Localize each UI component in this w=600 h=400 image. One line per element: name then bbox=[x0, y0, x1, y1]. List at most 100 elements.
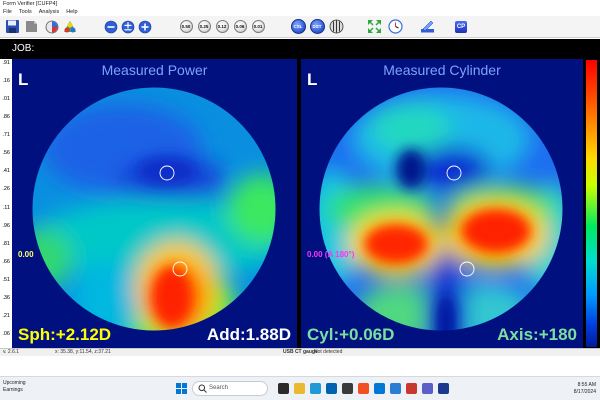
scale-label: .71 bbox=[2, 132, 10, 138]
edit-button[interactable] bbox=[418, 17, 436, 36]
power-map[interactable] bbox=[12, 59, 297, 348]
scale-label: .06 bbox=[2, 331, 10, 337]
title-bar: Form Verifier [CUFP4] bbox=[0, 0, 600, 8]
expand-arrows-icon bbox=[367, 20, 381, 33]
cylinder-map[interactable] bbox=[301, 59, 583, 348]
plus-minus-icon bbox=[121, 20, 135, 33]
job-label: JOB: bbox=[12, 43, 35, 54]
lens-step-0.01-icon: 0.01 bbox=[251, 20, 265, 33]
taskbar-search[interactable]: Search bbox=[192, 381, 268, 396]
office-icon[interactable] bbox=[358, 383, 369, 394]
windows-start-icon[interactable] bbox=[176, 383, 187, 394]
color-map-icon bbox=[64, 20, 76, 32]
scale-label: .26 bbox=[2, 186, 10, 192]
panel-title: Measured Cylinder bbox=[383, 62, 501, 78]
scale-label: .96 bbox=[2, 223, 10, 229]
center-value: 0.00 bbox=[18, 250, 34, 259]
zoom-out-button[interactable] bbox=[103, 17, 119, 36]
file-explorer-icon[interactable] bbox=[294, 383, 305, 394]
cp-button[interactable]: CP bbox=[451, 17, 471, 36]
clock-button[interactable] bbox=[386, 17, 404, 36]
save-button[interactable] bbox=[3, 17, 21, 36]
scale-label: .86 bbox=[2, 114, 10, 120]
lens-step-0.50-icon: 0.50 bbox=[179, 20, 193, 33]
lens-step-0.25-icon: 0.25 bbox=[197, 20, 211, 33]
menu-help[interactable]: Help bbox=[66, 8, 77, 16]
search-icon bbox=[198, 384, 207, 393]
file-icon bbox=[25, 21, 37, 32]
scale-label: .11 bbox=[2, 205, 10, 211]
menu-analysis[interactable]: Analysis bbox=[39, 8, 59, 16]
grid-lines-button[interactable] bbox=[327, 17, 345, 36]
lens-step-0.06-icon: 0.06 bbox=[233, 20, 247, 33]
side-scale: .91 .16 .01 .86 .71 .56 .41 .26 .11 .96 .81 .66 .51.… bbox=[0, 59, 11, 348]
plus-icon bbox=[138, 20, 152, 33]
scale-label: .16 bbox=[2, 78, 10, 84]
task-view-icon[interactable] bbox=[278, 383, 289, 394]
center-value: 0.00 (A 180°) bbox=[307, 250, 355, 259]
widget-title: Upcoming bbox=[3, 380, 26, 386]
edge-browser-icon[interactable] bbox=[310, 383, 321, 394]
minus-icon bbox=[104, 20, 118, 33]
scale-label: .36 bbox=[2, 295, 10, 301]
app-icon[interactable] bbox=[406, 383, 417, 394]
widget-subtitle: Earnings bbox=[3, 387, 23, 393]
teams-icon[interactable] bbox=[422, 383, 433, 394]
axis-value: Axis:+180 bbox=[497, 325, 577, 344]
open-file-button[interactable] bbox=[22, 17, 40, 36]
sph-value: Sph:+2.12D bbox=[18, 325, 112, 344]
scale-label: .41 bbox=[2, 168, 10, 174]
system-clock[interactable]: 8:55 AM 8/17/2024 bbox=[574, 382, 596, 396]
lens-step-0.12-icon: 0.12 bbox=[215, 20, 229, 33]
window-footer bbox=[0, 356, 600, 376]
eye-indicator: L bbox=[18, 70, 29, 89]
plus-minus-button[interactable] bbox=[120, 17, 136, 36]
panel-title: Measured Power bbox=[101, 62, 208, 78]
grid-lines-icon bbox=[329, 19, 343, 34]
pencil-icon bbox=[420, 20, 434, 33]
zoom-in-button[interactable] bbox=[137, 17, 153, 36]
add-value: Add:1.88D bbox=[206, 325, 291, 344]
color-gradient bbox=[586, 60, 597, 347]
store-icon[interactable] bbox=[342, 383, 353, 394]
search-placeholder: Search bbox=[209, 385, 229, 391]
scale-label: .51 bbox=[2, 277, 10, 283]
toolbar: 0.50 0.25 0.12 0.06 0.01 CSL DST CP bbox=[0, 16, 600, 38]
menu-tools[interactable]: Tools bbox=[19, 8, 32, 16]
menu-file[interactable]: File bbox=[3, 8, 12, 16]
color-map-button[interactable] bbox=[62, 17, 78, 36]
clock-icon bbox=[387, 19, 403, 34]
clock-time: 8:55 AM bbox=[577, 382, 596, 388]
app-window: Form Verifier [CUFP4] File Tools Analysi… bbox=[0, 0, 600, 400]
status-bar: v. 2.6.1 x: 35.38, y:11.54, z:37.21 USB … bbox=[0, 348, 600, 356]
cp-icon: CP bbox=[454, 20, 468, 33]
gauge-label: USB CT gauge bbox=[283, 349, 318, 355]
window-title: Form Verifier [CUFP4] bbox=[3, 1, 58, 7]
dst-icon: DST bbox=[309, 19, 325, 34]
dst-button[interactable]: DST bbox=[308, 17, 326, 36]
fit-view-button[interactable] bbox=[365, 17, 383, 36]
job-row: JOB: bbox=[0, 39, 600, 59]
lens-icon bbox=[45, 20, 59, 33]
weather-widget[interactable]: Upcoming Earnings bbox=[3, 380, 26, 394]
scale-label: .66 bbox=[2, 259, 10, 265]
step-0.25-button[interactable]: 0.25 bbox=[196, 17, 212, 36]
scale-label: .81 bbox=[2, 241, 10, 247]
measured-power-panel: Measured Power L 0.00 Sph:+2.12D Add:1.8… bbox=[12, 59, 297, 348]
clock-date: 8/17/2024 bbox=[573, 389, 596, 395]
scale-label: .01 bbox=[2, 96, 10, 102]
step-0.01-button[interactable]: 0.01 bbox=[250, 17, 266, 36]
cyl-value: Cyl:+0.06D bbox=[307, 325, 395, 344]
step-0.12-button[interactable]: 0.12 bbox=[214, 17, 230, 36]
form-verifier-icon[interactable] bbox=[438, 383, 449, 394]
gauge-status: Not detected bbox=[314, 349, 343, 355]
outlook-icon[interactable] bbox=[374, 383, 385, 394]
lens-tool-button[interactable] bbox=[44, 17, 60, 36]
word-icon[interactable] bbox=[390, 383, 401, 394]
scale-label: .91 bbox=[2, 60, 10, 66]
version-text: v. 2.6.1 bbox=[3, 349, 20, 355]
step-0.06-button[interactable]: 0.06 bbox=[232, 17, 248, 36]
csl-button[interactable]: CSL bbox=[289, 17, 307, 36]
mail-icon[interactable] bbox=[326, 383, 337, 394]
step-0.50-button[interactable]: 0.50 bbox=[178, 17, 194, 36]
